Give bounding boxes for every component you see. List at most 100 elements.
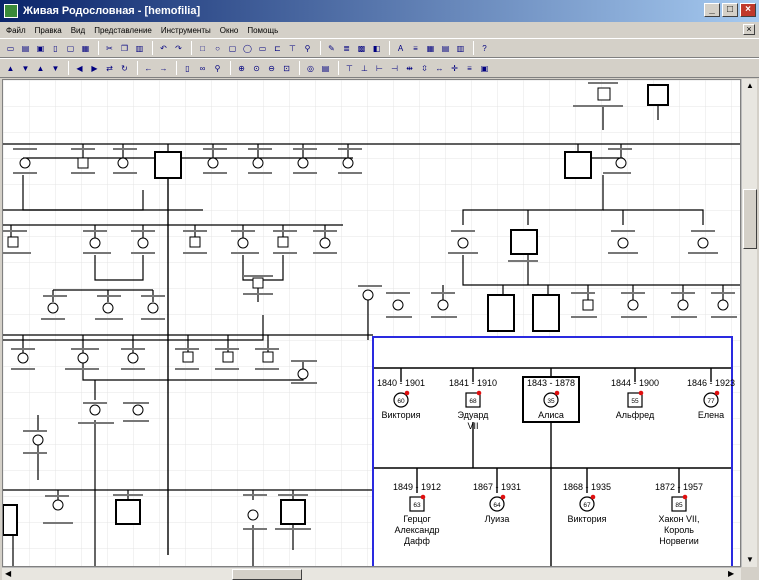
- menu-presentation[interactable]: Представление: [94, 26, 152, 35]
- rotate-icon[interactable]: ↻: [118, 62, 131, 75]
- pedigree-canvas[interactable]: 1840 - 1901 60 Виктория 1841 - 1910 68 Эдуард…: [2, 79, 741, 567]
- arrow-up-icon[interactable]: ▲: [4, 62, 17, 75]
- hemophilia-marker-icon: [404, 390, 410, 396]
- open-folder-icon[interactable]: ▤: [19, 42, 32, 55]
- align-top-icon[interactable]: ⊤: [343, 62, 356, 75]
- minimize-button[interactable]: _: [704, 3, 720, 17]
- generation-2-person[interactable]: 1872 - 1957 85 Хакон VII,КорольНорвегии: [655, 482, 703, 546]
- move-right-icon[interactable]: ▶: [88, 62, 101, 75]
- scroll-down-icon[interactable]: ▼: [746, 555, 754, 564]
- maximize-button[interactable]: □: [722, 3, 738, 17]
- table-icon[interactable]: ▥: [454, 42, 467, 55]
- cut-icon[interactable]: ✂: [103, 42, 116, 55]
- vertical-scroll-thumb[interactable]: [743, 189, 757, 249]
- toolbar-separator: [152, 41, 153, 55]
- zoom-out-icon[interactable]: ⊖: [265, 62, 278, 75]
- format-icon[interactable]: A: [394, 42, 407, 55]
- circle-icon[interactable]: ○: [211, 42, 224, 55]
- person-name: Эдуард: [458, 410, 490, 420]
- horizontal-scrollbar[interactable]: ◀ ▶: [2, 567, 741, 580]
- person-age: 55: [631, 398, 639, 405]
- person-name: Альфред: [616, 410, 655, 420]
- binoculars-icon[interactable]: ∞: [196, 62, 209, 75]
- box-icon[interactable]: ▭: [256, 42, 269, 55]
- horizontal-scroll-thumb[interactable]: [232, 569, 302, 580]
- link-icon[interactable]: ⊏: [271, 42, 284, 55]
- arrow-down-alt-icon[interactable]: ▼: [49, 62, 62, 75]
- person-edit-icon[interactable]: ✎: [325, 42, 338, 55]
- person-age: 77: [707, 398, 715, 405]
- person-circle-icon[interactable]: ◯: [241, 42, 254, 55]
- new-icon[interactable]: ▭: [4, 42, 17, 55]
- arrow-up-alt-icon[interactable]: ▲: [34, 62, 47, 75]
- person-name: Виктория: [567, 514, 606, 524]
- align-bottom-icon[interactable]: ⊥: [358, 62, 371, 75]
- scroll-left-icon[interactable]: ◀: [5, 569, 11, 578]
- toolbar-separator: [98, 41, 99, 55]
- toolbar-separator: [68, 61, 69, 75]
- paste-icon[interactable]: ▥: [133, 42, 146, 55]
- toolbar-separator: [389, 41, 390, 55]
- find-icon[interactable]: ⚲: [211, 62, 224, 75]
- distribute-v-icon[interactable]: ⇳: [418, 62, 431, 75]
- scroll-right-icon[interactable]: ▶: [728, 569, 734, 578]
- person-name: Елена: [698, 410, 724, 420]
- arrow-down-icon[interactable]: ▼: [19, 62, 32, 75]
- hemophilia-marker-icon: [420, 494, 426, 500]
- family-icon[interactable]: ⚲: [301, 42, 314, 55]
- zoom-fit-icon[interactable]: ⊡: [280, 62, 293, 75]
- zoom-icon[interactable]: ⊙: [250, 62, 263, 75]
- person-age: 68: [469, 398, 477, 405]
- menu-tools[interactable]: Инструменты: [161, 26, 211, 35]
- menu-file[interactable]: Файл: [6, 26, 26, 35]
- undo-icon[interactable]: ↶: [157, 42, 170, 55]
- layout-icon[interactable]: ▤: [439, 42, 452, 55]
- align-icon[interactable]: ≡: [409, 42, 422, 55]
- close-button[interactable]: ×: [740, 3, 756, 17]
- zoom-panel[interactable]: 1840 - 1901 60 Виктория 1841 - 1910 68 Эдуард…: [372, 336, 735, 567]
- menu-help[interactable]: Помощь: [247, 26, 278, 35]
- person-square-icon[interactable]: ▢: [226, 42, 239, 55]
- forward-icon[interactable]: →: [157, 62, 170, 75]
- tree-icon[interactable]: ⊤: [286, 42, 299, 55]
- distribute-h-icon[interactable]: ⇹: [403, 62, 416, 75]
- swap-icon[interactable]: ⇄: [103, 62, 116, 75]
- chart-icon[interactable]: ▩: [355, 42, 368, 55]
- copy-icon[interactable]: ❐: [118, 42, 131, 55]
- redo-icon[interactable]: ↷: [172, 42, 185, 55]
- app-icon: [4, 4, 18, 18]
- hemophilia-marker-icon: [554, 390, 560, 396]
- hemophilia-marker-icon: [590, 494, 596, 500]
- hemophilia-marker-icon: [682, 494, 688, 500]
- menu-edit[interactable]: Правка: [35, 26, 62, 35]
- help-icon[interactable]: ?: [478, 42, 491, 55]
- align-right-icon[interactable]: ⊣: [388, 62, 401, 75]
- save-icon[interactable]: ▣: [34, 42, 47, 55]
- vertical-scrollbar[interactable]: ▲ ▼: [741, 79, 757, 567]
- scroll-up-icon[interactable]: ▲: [746, 81, 754, 90]
- print-preview-icon[interactable]: ▢: [64, 42, 77, 55]
- move-left-icon[interactable]: ◀: [73, 62, 86, 75]
- stack-icon[interactable]: ≡: [463, 62, 476, 75]
- menu-view[interactable]: Вид: [71, 26, 85, 35]
- square-icon[interactable]: □: [196, 42, 209, 55]
- color-icon[interactable]: ◧: [370, 42, 383, 55]
- grid-icon[interactable]: ▦: [424, 42, 437, 55]
- toolbar-separator: [338, 61, 339, 75]
- back-icon[interactable]: ←: [142, 62, 155, 75]
- mdi-close-button[interactable]: ×: [743, 24, 755, 35]
- document-icon[interactable]: ▯: [181, 62, 194, 75]
- print-icon[interactable]: ▦: [79, 42, 92, 55]
- page-icon[interactable]: ▯: [49, 42, 62, 55]
- main-toolbar: ▭ ▤ ▣ ▯ ▢ ▦ ✂ ❐ ▥ ↶ ↷ □ ○ ▢ ◯ ▭ ⊏ ⊤ ⚲ ✎ …: [0, 38, 759, 58]
- toolbar-separator: [137, 61, 138, 75]
- menu-window[interactable]: Окно: [220, 26, 239, 35]
- group-icon[interactable]: ▣: [478, 62, 491, 75]
- align-left-icon[interactable]: ⊢: [373, 62, 386, 75]
- refresh-icon[interactable]: ◎: [304, 62, 317, 75]
- center-icon[interactable]: ✛: [448, 62, 461, 75]
- zoom-in-icon[interactable]: ⊕: [235, 62, 248, 75]
- export-icon[interactable]: ▤: [319, 62, 332, 75]
- gedcom-icon[interactable]: ≣: [340, 42, 353, 55]
- space-icon[interactable]: ↔: [433, 62, 446, 75]
